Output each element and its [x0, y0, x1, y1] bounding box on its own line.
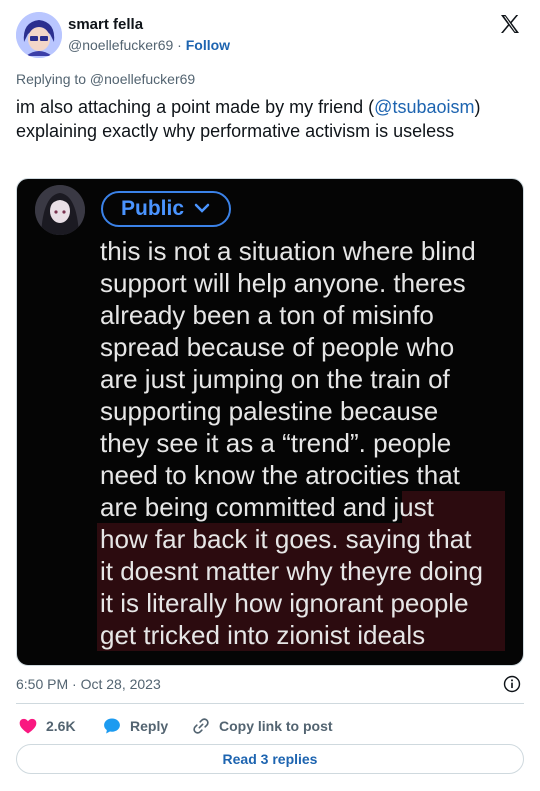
- media-text-line: already been a ton of misinfo: [100, 300, 434, 330]
- media-text-line: how far back it goes. saying that: [100, 524, 472, 554]
- media-text-line: this is not a situation where blind: [100, 236, 476, 266]
- media-avatar: [35, 185, 85, 235]
- divider: [16, 703, 524, 704]
- info-icon[interactable]: [503, 675, 521, 693]
- reply-bubble-icon: [104, 718, 120, 734]
- author-handle-row: @noellefucker69 · Follow: [68, 37, 230, 53]
- tweet-text: im also attaching a point made by my fri…: [16, 95, 516, 143]
- media-text-line: are being committed and just: [100, 492, 434, 522]
- media-text-line: need to know the atrocities that: [100, 460, 460, 490]
- media-text-line: it is literally how ignorant people: [100, 588, 469, 618]
- chevron-down-icon: [194, 203, 210, 213]
- author-avatar[interactable]: [16, 12, 62, 58]
- like-button[interactable]: 2.6K: [18, 716, 76, 736]
- media-text-line: supporting palestine because: [100, 396, 439, 426]
- read-replies-button[interactable]: Read 3 replies: [16, 744, 524, 774]
- reply-button[interactable]: Reply: [102, 716, 168, 736]
- media-text-line: are just jumping on the train of: [100, 364, 450, 394]
- heart-icon: [19, 718, 37, 734]
- link-icon: [193, 718, 209, 734]
- author-name[interactable]: smart fella: [68, 16, 143, 33]
- media-text-line: get tricked into zionist ideals: [100, 620, 426, 650]
- reply-label: Reply: [130, 718, 169, 734]
- replying-to[interactable]: Replying to @noellefucker69: [16, 71, 195, 87]
- tweet-text-before: im also attaching a point made by my fri…: [16, 97, 375, 117]
- media-text-line: support will help anyone. theres: [100, 268, 466, 298]
- like-count: 2.6K: [46, 718, 76, 734]
- timestamp[interactable]: 6:50 PM · Oct 28, 2023: [16, 676, 161, 692]
- author-handle[interactable]: @noellefucker69: [68, 37, 173, 53]
- embedded-post: smart fella @noellefucker69 · Follow Rep…: [0, 0, 540, 791]
- separator: ·: [177, 37, 182, 53]
- copy-link-label: Copy link to post: [219, 718, 333, 734]
- media-text-line: spread because of people who: [100, 332, 455, 362]
- visibility-label: Public: [121, 197, 185, 220]
- media-text-line: it doesnt matter why theyre doing: [100, 556, 483, 586]
- follow-button[interactable]: Follow: [186, 37, 230, 53]
- visibility-pill[interactable]: Public: [101, 191, 231, 227]
- mention-link[interactable]: @tsubaoism: [374, 97, 474, 117]
- copy-link-button[interactable]: Copy link to post: [191, 716, 333, 736]
- media-text-line: they see it as a “trend”. people: [100, 428, 452, 458]
- x-logo-icon[interactable]: [498, 12, 522, 36]
- media-image[interactable]: Public this is not a situation where bli…: [16, 178, 524, 666]
